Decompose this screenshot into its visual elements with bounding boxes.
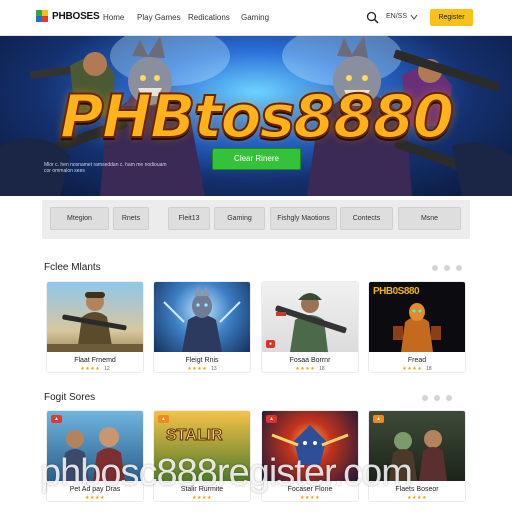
carousel-dot[interactable] [434,395,440,401]
game-title: Fosaa Borrnr [289,357,331,364]
carousel-dot[interactable] [432,265,438,271]
filter-fleit13[interactable]: Fleit13 [168,207,210,230]
game-thumbnail: ▲ [47,411,143,481]
game-title: Flaets Boseor [395,486,439,493]
site-logo[interactable]: PHBOSES [36,10,100,22]
carousel-dot[interactable] [456,265,462,271]
game-thumbnail: STALIR ▲ [154,411,250,481]
rating: ★★★★ 18 [402,366,432,372]
rating: ★★★★ [192,495,212,501]
hero-cta-button[interactable]: Clear Rinere [212,148,301,170]
nav-redications[interactable]: Redications [188,13,230,22]
carousel-dot[interactable] [444,265,450,271]
section-title-featured: Fclee Mlants [44,262,101,273]
game-title: Pet Ad pay Dras [69,486,121,493]
game-card[interactable]: ▲ Focaser Flone ★★★★ [261,410,359,502]
game-title: Fread [407,357,427,364]
search-icon[interactable] [366,11,379,24]
game-thumbnail: ▲ [369,411,465,481]
category-filter-bar: Mtegion Rnets Fleit13 Gaming Fishgly Mao… [42,200,470,239]
game-thumbnail: PHB0S880 [369,282,465,352]
game-thumbnail [47,282,143,352]
hot-badge: ▲ [373,415,384,423]
language-switch[interactable]: EN/SS [386,13,407,20]
game-card[interactable]: ▲ Pet Ad pay Dras ★★★★ [46,410,144,502]
section-title-popular: Fogit Sores [44,392,96,403]
thumbnail-logo-text: STALIR [166,427,224,445]
game-thumbnail: ● [262,282,358,352]
game-card[interactable]: Flaat Frnemd ★★★★ 12 [46,281,144,373]
game-title: Flaat Frnemd [74,357,116,364]
hot-badge: ▲ [51,415,62,423]
filter-contects[interactable]: Contects [340,207,393,230]
filter-gaming[interactable]: Gaming [214,207,265,230]
nav-play-games[interactable]: Play Games [137,13,181,22]
hero-title: PHBtos8880 [59,82,456,152]
gunner-artwork [275,293,347,352]
filter-rnets[interactable]: Rnets [113,207,149,230]
robot-artwork [393,303,441,352]
game-card[interactable]: Fleigt Rnis ★★★★ 13 [153,281,251,373]
rating: ★★★★ [407,495,427,501]
game-title: Fleigt Rnis [185,357,219,364]
filter-mtegion[interactable]: Mtegion [50,207,109,230]
game-thumbnail: ▲ [262,411,358,481]
logo-mark-icon [36,10,48,22]
knight-artwork [163,286,241,352]
top-navigation-bar: PHBOSES Home Play Games Redications Gami… [0,0,512,36]
game-title: Focaser Flone [287,486,333,493]
rating: ★★★★ [300,495,320,501]
status-badge: ● [266,340,276,348]
game-card[interactable]: STALIR ▲ Stalir Rurmite ★★★★ [153,410,251,502]
register-button[interactable]: Register [430,9,473,26]
hot-badge: ▲ [266,415,277,423]
nav-home[interactable]: Home [103,13,124,22]
soldier-artwork [47,292,143,352]
chevron-down-icon[interactable] [410,13,418,21]
nav-gaming[interactable]: Gaming [241,13,269,22]
carousel-dots[interactable] [422,395,452,401]
hot-badge: ▲ [158,415,169,423]
rating: ★★★★ 12 [80,366,110,372]
game-thumbnail [154,282,250,352]
hero-caption: Mlor c. hen nosnamet ramseddan c. ham me… [44,162,167,174]
carousel-dots[interactable] [432,265,462,271]
carousel-dot[interactable] [422,395,428,401]
rating: ★★★★ 13 [187,366,217,372]
game-card[interactable]: ● Fosaa Borrnr ★★★★ 18 [261,281,359,373]
rating: ★★★★ [85,495,105,501]
rating: ★★★★ 18 [295,366,325,372]
game-card[interactable]: ▲ Flaets Boseor ★★★★ [368,410,466,502]
logo-text: PHBOSES [52,10,100,22]
game-card[interactable]: PHB0S880 Fread ★★★★ 18 [368,281,466,373]
filter-fishgly-maotions[interactable]: Fishgly Maotions [270,207,337,230]
carousel-dot[interactable] [446,395,452,401]
game-title: Stalir Rurmite [180,486,224,493]
filter-msne[interactable]: Msne [398,207,461,230]
